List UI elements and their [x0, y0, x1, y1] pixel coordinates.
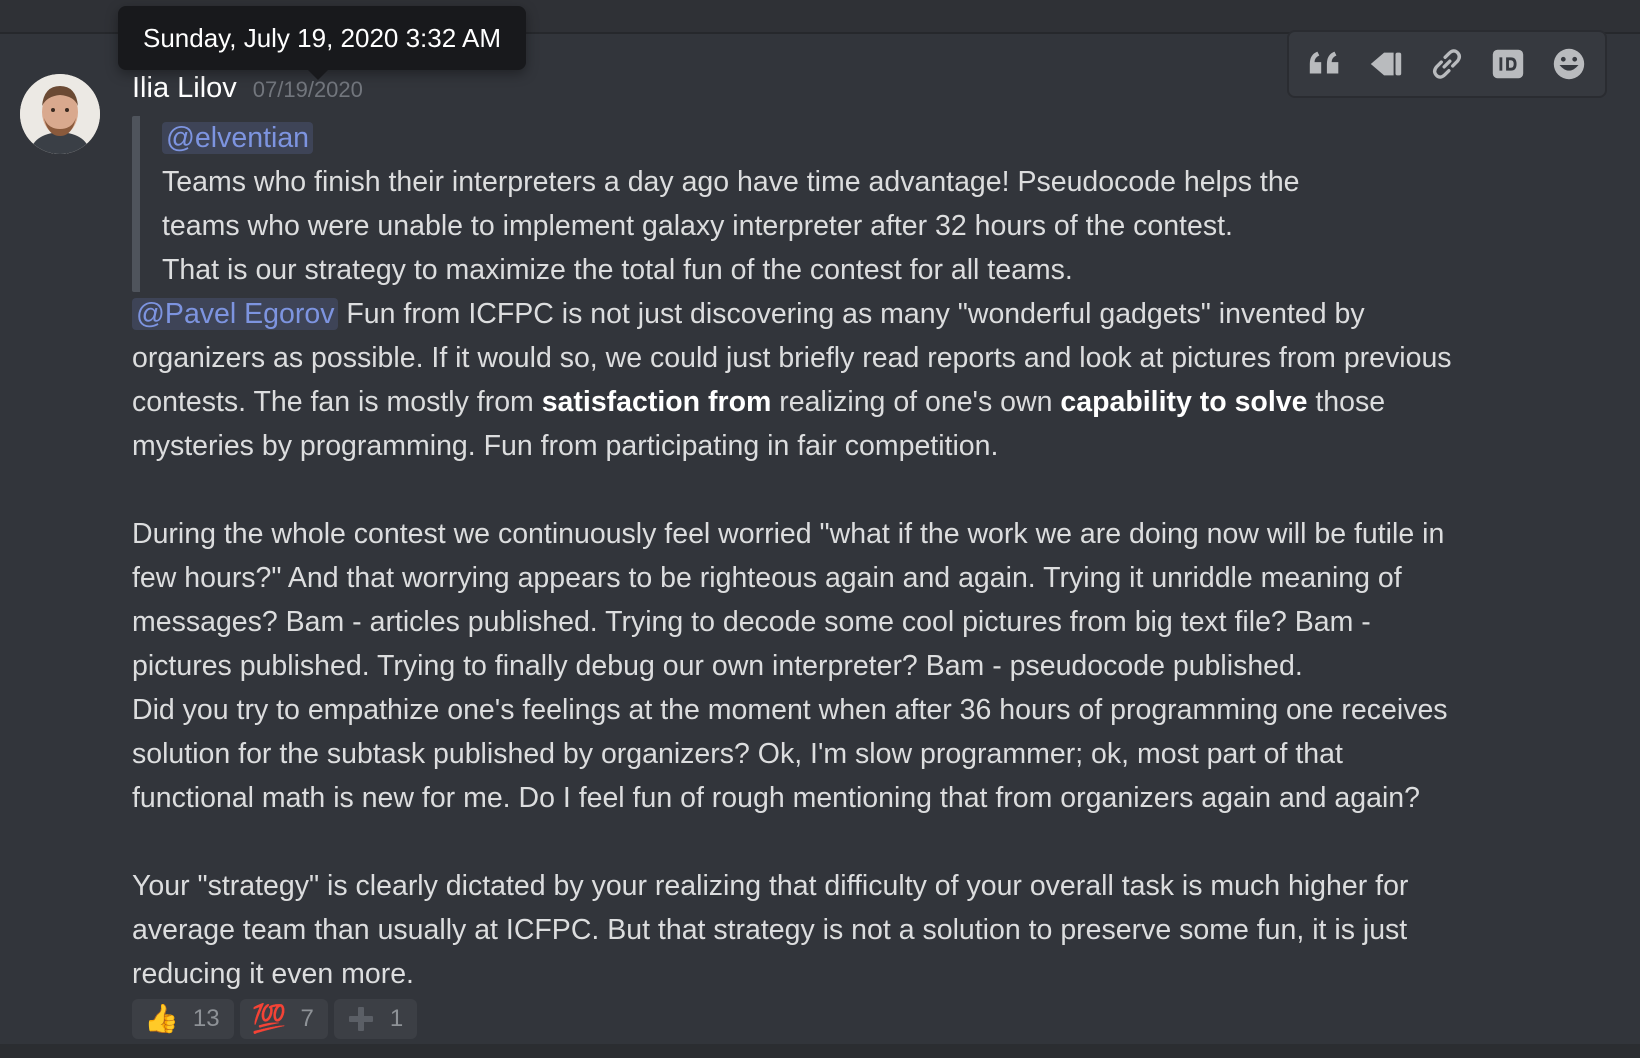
quote-line: teams who were unable to implement galax… — [162, 210, 1233, 242]
copy-link-button[interactable] — [1421, 38, 1473, 90]
body-text-segment: contests. The fan is mostly from — [132, 386, 542, 418]
avatar-image — [20, 74, 100, 154]
quote-button[interactable] — [1299, 38, 1351, 90]
body-line: organizers as possible. If it would so, … — [132, 342, 1452, 374]
hundred-points-icon: 💯 — [251, 1003, 287, 1034]
body-text-segment: Fun from ICFPC is not just discovering a… — [338, 298, 1365, 330]
thumbs-up-icon: 👍 — [144, 1003, 179, 1034]
body-line: reducing it even more. — [132, 958, 414, 990]
body-line: @Pavel Egorov Fun from ICFPC is not just… — [132, 292, 1632, 336]
body-line: Your "strategy" is clearly dictated by y… — [132, 870, 1409, 902]
megaphone-icon — [1370, 52, 1402, 76]
message-body: @Pavel Egorov Fun from ICFPC is not just… — [132, 292, 1632, 996]
link-icon — [1432, 49, 1461, 79]
body-line: contests. The fan is mostly from satisfa… — [132, 380, 1632, 424]
reaction-count: 7 — [300, 1005, 314, 1032]
quote-icon — [1310, 51, 1339, 74]
announce-button[interactable] — [1360, 38, 1412, 90]
body-line: messages? Bam - articles published. Tryi… — [132, 606, 1371, 638]
message-timestamp[interactable]: 07/19/2020 — [253, 77, 363, 103]
reactions-bar: 👍 13 💯 7 1 — [132, 999, 418, 1039]
body-line: solution for the subtask published by or… — [132, 738, 1343, 770]
reaction-hundred-points[interactable]: 💯 7 — [239, 999, 328, 1039]
mention-pavel-egorov[interactable]: @Pavel Egorov — [132, 298, 339, 330]
message-header: Ilia Lilov 07/19/2020 — [132, 72, 363, 112]
body-line: few hours?" And that worrying appears to… — [132, 562, 1402, 594]
copy-id-button[interactable] — [1482, 38, 1534, 90]
avatar[interactable] — [20, 74, 100, 154]
mention-elventian[interactable]: @elventian — [162, 122, 314, 154]
body-line: mysteries by programming. Fun from parti… — [132, 430, 999, 462]
reaction-thumbs-up[interactable]: 👍 13 — [132, 999, 234, 1039]
body-line: functional math is new for me. Do I feel… — [132, 782, 1420, 814]
plus-icon — [348, 1007, 373, 1031]
body-text-segment: realizing of one's own — [771, 386, 1061, 418]
body-line: average team than usually at ICFPC. But … — [132, 914, 1408, 946]
reaction-plus[interactable]: 1 — [333, 999, 418, 1039]
reaction-count: 13 — [192, 1005, 220, 1032]
body-line: During the whole contest we continuously… — [132, 518, 1445, 550]
quote-block: @elventian Teams who finish their interp… — [132, 116, 1362, 292]
message-action-toolbar — [1287, 30, 1607, 98]
add-reaction-button[interactable] — [1543, 38, 1595, 90]
bold-text: capability to solve — [1060, 386, 1308, 418]
timestamp-tooltip: Sunday, July 19, 2020 3:32 AM — [118, 6, 526, 80]
author-name[interactable]: Ilia Lilov — [132, 72, 237, 105]
body-line: pictures published. Trying to finally de… — [132, 650, 1303, 682]
channel-bottom-strip — [0, 1044, 1640, 1058]
quote-line: Teams who finish their interpreters a da… — [162, 166, 1300, 198]
id-icon — [1492, 49, 1523, 79]
body-line: Did you try to empathize one's feelings … — [132, 694, 1448, 726]
bold-text: satisfaction from — [541, 386, 772, 418]
reaction-count: 1 — [389, 1005, 404, 1032]
add-reaction-icon — [1553, 48, 1584, 80]
quote-line: That is our strategy to maximize the tot… — [162, 254, 1073, 286]
body-text-segment: those — [1307, 386, 1386, 418]
quote-mention-line: @elventian — [162, 116, 1362, 160]
